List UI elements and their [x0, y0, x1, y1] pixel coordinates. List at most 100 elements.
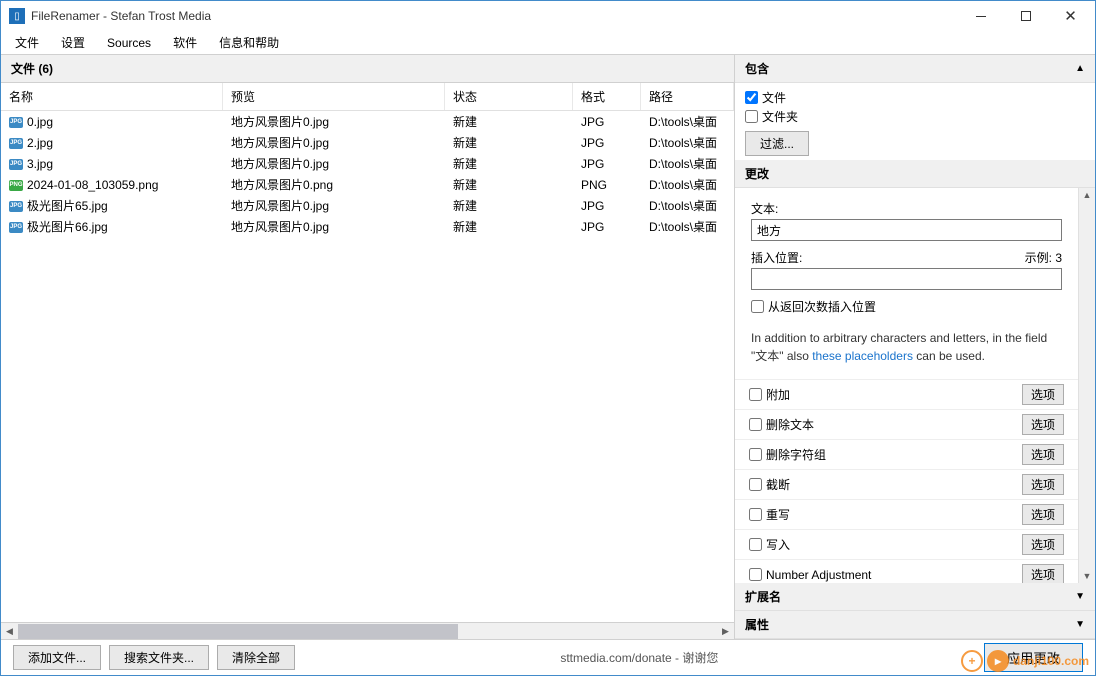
text-field-label: 文本:: [751, 200, 1062, 217]
extension-title: 扩展名: [745, 588, 781, 605]
option-settings-button[interactable]: 选项: [1022, 414, 1064, 435]
table-row[interactable]: JPG3.jpg地方风景图片0.jpg新建JPGD:\tools\桌面: [1, 153, 734, 174]
menu-bar: 文件 设置 Sources 软件 信息和帮助: [1, 31, 1095, 55]
include-files-checkbox[interactable]: [745, 91, 758, 104]
placeholders-link[interactable]: these placeholders: [812, 349, 913, 363]
option-checkbox[interactable]: [749, 418, 762, 431]
horizontal-scrollbar[interactable]: ◀ ▶: [1, 622, 734, 639]
table-body[interactable]: JPG0.jpg地方风景图片0.jpg新建JPGD:\tools\桌面JPG2.…: [1, 111, 734, 622]
file-type-icon: JPG: [9, 222, 23, 233]
scroll-down-icon[interactable]: ▼: [1083, 569, 1092, 583]
maximize-button[interactable]: [1003, 2, 1048, 30]
option-settings-button[interactable]: 选项: [1022, 474, 1064, 495]
vertical-scrollbar[interactable]: ▲ ▼: [1078, 188, 1095, 583]
position-example-label: 示例: 3: [1025, 249, 1062, 266]
option-checkbox[interactable]: [749, 388, 762, 401]
scroll-right-icon[interactable]: ▶: [717, 623, 734, 640]
col-header-format[interactable]: 格式: [573, 83, 641, 110]
table-row[interactable]: JPG2.jpg地方风景图片0.jpg新建JPGD:\tools\桌面: [1, 132, 734, 153]
change-option-row: 删除文本 选项: [735, 409, 1078, 439]
menu-file[interactable]: 文件: [5, 31, 49, 54]
extension-section-header[interactable]: 扩展名 ▼: [735, 583, 1095, 611]
option-checkbox[interactable]: [749, 448, 762, 461]
file-status: 新建: [445, 216, 573, 237]
minimize-button[interactable]: [958, 2, 1003, 30]
file-status: 新建: [445, 174, 573, 195]
file-list-panel: 文件 (6) 名称 预览 状态 格式 路径 JPG0.jpg地方风景图片0.jp…: [1, 55, 735, 639]
file-name: 0.jpg: [27, 115, 53, 129]
option-checkbox[interactable]: [749, 538, 762, 551]
col-header-preview[interactable]: 预览: [223, 83, 445, 110]
include-folders-checkbox[interactable]: [745, 110, 758, 123]
scroll-left-icon[interactable]: ◀: [1, 623, 18, 640]
file-format: JPG: [573, 218, 641, 236]
app-icon: ▯: [9, 8, 25, 24]
col-header-status[interactable]: 状态: [445, 83, 573, 110]
file-preview: 地方风景图片0.jpg: [223, 153, 445, 174]
col-header-name[interactable]: 名称: [1, 83, 223, 110]
filter-button[interactable]: 过滤...: [745, 131, 809, 156]
reverse-position-checkbox[interactable]: [751, 300, 764, 313]
attributes-section-header[interactable]: 属性 ▼: [735, 611, 1095, 639]
file-preview: 地方风景图片0.png: [223, 174, 445, 195]
option-label: 删除文本: [766, 416, 814, 433]
file-status: 新建: [445, 111, 573, 132]
include-section-header[interactable]: 包含 ▲: [735, 55, 1095, 83]
text-input[interactable]: [751, 219, 1062, 241]
menu-software[interactable]: 软件: [163, 31, 207, 54]
table-row[interactable]: JPG极光图片66.jpg地方风景图片0.jpg新建JPGD:\tools\桌面: [1, 216, 734, 237]
col-header-path[interactable]: 路径: [641, 83, 734, 110]
footer-bar: 添加文件... 搜索文件夹... 清除全部 sttmedia.com/donat…: [1, 639, 1095, 675]
change-title: 更改: [745, 165, 769, 182]
option-settings-button[interactable]: 选项: [1022, 504, 1064, 525]
file-preview: 地方风景图片0.jpg: [223, 216, 445, 237]
option-label: 写入: [766, 536, 790, 553]
menu-help[interactable]: 信息和帮助: [209, 31, 289, 54]
file-name: 极光图片65.jpg: [27, 199, 108, 213]
file-type-icon: JPG: [9, 201, 23, 212]
change-option-row: Number Adjustment 选项: [735, 559, 1078, 583]
menu-settings[interactable]: 设置: [51, 31, 95, 54]
position-input[interactable]: [751, 268, 1062, 290]
clear-all-button[interactable]: 清除全部: [217, 645, 295, 670]
table-row[interactable]: JPG极光图片65.jpg地方风景图片0.jpg新建JPGD:\tools\桌面: [1, 195, 734, 216]
expand-down-icon: ▼: [1075, 591, 1085, 602]
option-checkbox[interactable]: [749, 508, 762, 521]
table-row[interactable]: PNG2024-01-08_103059.png地方风景图片0.png新建PNG…: [1, 174, 734, 195]
file-path: D:\tools\桌面: [641, 216, 734, 237]
option-settings-button[interactable]: 选项: [1022, 564, 1064, 583]
option-checkbox[interactable]: [749, 568, 762, 581]
table-header: 名称 预览 状态 格式 路径: [1, 83, 734, 111]
file-name: 极光图片66.jpg: [27, 220, 108, 234]
change-option-row: 删除字符组选项: [735, 439, 1078, 469]
change-option-row: 重写 选项: [735, 499, 1078, 529]
file-status: 新建: [445, 195, 573, 216]
close-button[interactable]: ✕: [1048, 2, 1093, 30]
option-label: Number Adjustment: [766, 568, 871, 582]
option-settings-button[interactable]: 选项: [1022, 444, 1064, 465]
option-settings-button[interactable]: 选项: [1022, 384, 1064, 405]
change-section-header[interactable]: 更改: [735, 160, 1095, 188]
file-path: D:\tools\桌面: [641, 132, 734, 153]
file-status: 新建: [445, 132, 573, 153]
file-format: JPG: [573, 134, 641, 152]
add-files-button[interactable]: 添加文件...: [13, 645, 101, 670]
reverse-position-label: 从返回次数插入位置: [768, 298, 876, 315]
search-folders-button[interactable]: 搜索文件夹...: [109, 645, 209, 670]
option-checkbox[interactable]: [749, 478, 762, 491]
file-name: 2024-01-08_103059.png: [27, 178, 158, 192]
menu-sources[interactable]: Sources: [97, 33, 161, 53]
file-status: 新建: [445, 153, 573, 174]
option-label: 截断: [766, 476, 790, 493]
file-type-icon: JPG: [9, 138, 23, 149]
option-label: 重写: [766, 506, 790, 523]
apply-changes-button[interactable]: 应用更改: [984, 643, 1083, 672]
scroll-thumb[interactable]: [18, 624, 458, 639]
scroll-up-icon[interactable]: ▲: [1083, 188, 1092, 202]
table-row[interactable]: JPG0.jpg地方风景图片0.jpg新建JPGD:\tools\桌面: [1, 111, 734, 132]
file-preview: 地方风景图片0.jpg: [223, 132, 445, 153]
option-settings-button[interactable]: 选项: [1022, 534, 1064, 555]
file-type-icon: JPG: [9, 117, 23, 128]
file-preview: 地方风景图片0.jpg: [223, 111, 445, 132]
include-folders-label: 文件夹: [762, 108, 798, 125]
